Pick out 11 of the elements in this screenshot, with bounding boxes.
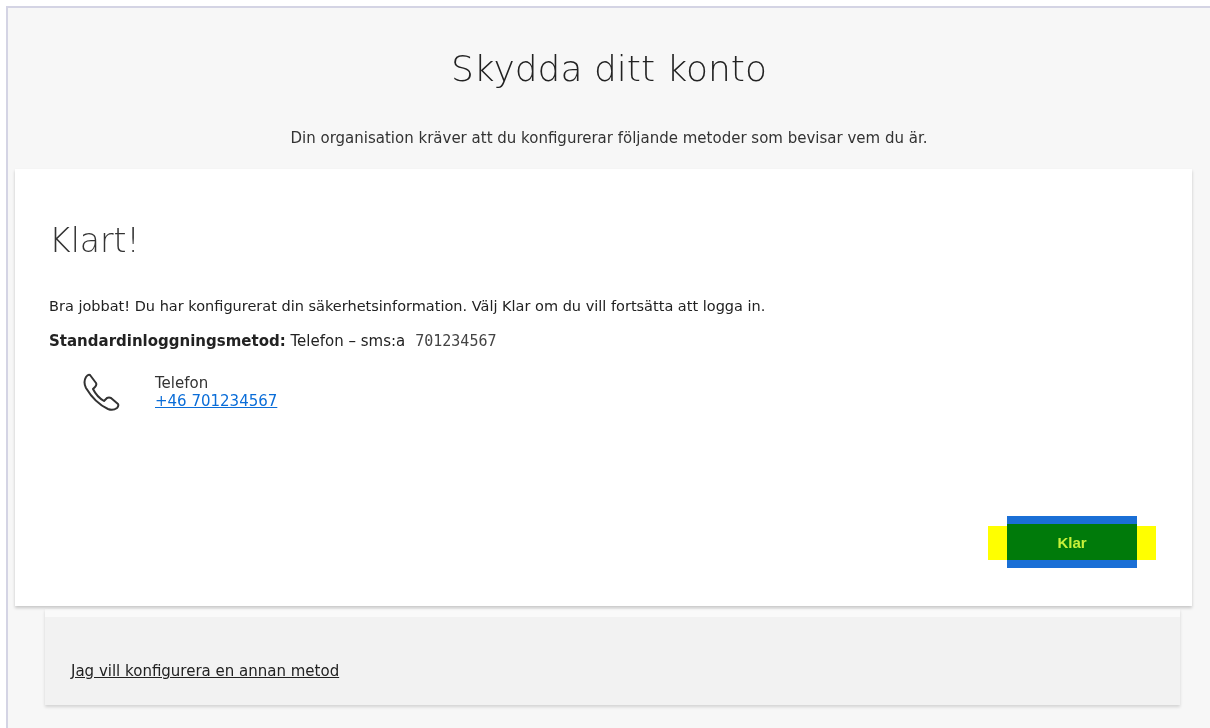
success-message: Bra jobbat! Du har konfigurerat din säkerhetsinformation. Välj Klar om du vill fortsätta att logga in.	[49, 298, 767, 314]
card-heading: Klart!	[49, 221, 141, 260]
phone-number: 701234567	[415, 332, 497, 350]
method-label: Telefon	[155, 374, 210, 392]
phone-icon	[81, 372, 121, 412]
configure-other-method-link[interactable]: Jag vill konfigurera en annan metod	[71, 662, 340, 680]
default-method-text: Standardinloggningsmetod: Telefon – sms:a	[49, 332, 406, 350]
page-subtitle: Din organisation kräver att du konfigurerar följande metoder som bevisar vem du är.	[289, 129, 929, 147]
done-button[interactable]: Klar	[1007, 516, 1137, 568]
phone-link[interactable]: +46 701234567	[155, 392, 278, 410]
page-title: Skydda ditt konto	[450, 48, 768, 89]
